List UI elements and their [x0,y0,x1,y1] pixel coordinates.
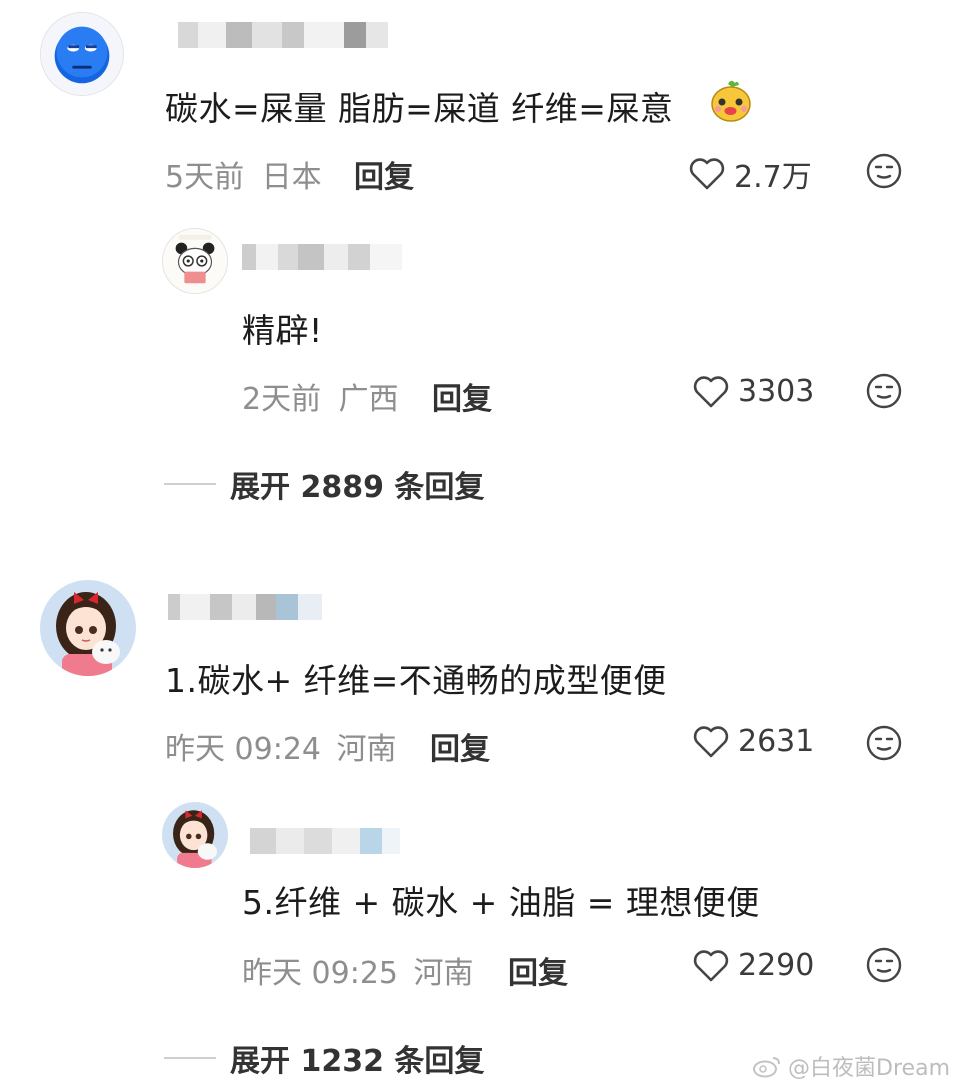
expand-replies-button[interactable]: 展开 2889 条回复 [164,462,484,506]
like-count: 2290 [738,948,815,983]
reply-button[interactable]: 回复 [430,724,490,768]
comment-time-location: 昨天 09:25 河南 [242,948,474,992]
heart-icon [693,725,729,757]
reply-button[interactable]: 回复 [508,948,568,992]
expand-replies-label: 展开 2889 条回复 [230,470,485,505]
comment-text: 5.纤维 + 碳水 + 油脂 = 理想便便 [242,883,760,922]
comment-text: 精辟! [242,311,323,350]
panda-avatar-icon [163,229,227,293]
blurred-username[interactable] [168,594,328,620]
blurred-username[interactable] [250,828,400,854]
dislike-face-icon[interactable] [865,946,903,984]
comment-time: 5天前 [165,160,245,195]
avatar[interactable] [40,580,136,676]
anime-girl-avatar-icon [162,802,228,868]
heart-icon [693,949,729,981]
comment-location: 日本 [261,160,322,195]
weibo-logo-icon [753,1057,781,1078]
like-button[interactable]: 2.7万 [688,152,812,196]
dislike-face-icon[interactable] [865,152,903,190]
comment-time: 昨天 09:24 [165,732,321,767]
comment-text: 1.碳水+ 纤维=不通畅的成型便便 [165,661,667,700]
heart-icon [693,375,729,407]
blurred-username[interactable] [178,22,388,48]
watermark: @白夜菌Dream [752,1050,950,1082]
divider-line [164,1057,216,1059]
comment-time: 2天前 [242,382,322,417]
like-button[interactable]: 3303 [692,374,814,409]
avatar[interactable] [162,802,228,868]
comment-location: 广西 [338,382,399,417]
like-count: 2.7万 [734,160,812,195]
comment-time: 昨天 09:25 [242,956,398,991]
expand-replies-button[interactable]: 展开 1232 条回复 [164,1036,484,1080]
like-button[interactable]: 2290 [692,948,814,983]
dislike-face-icon[interactable] [865,724,903,762]
like-count: 2631 [738,724,815,759]
avatar[interactable] [40,12,124,96]
like-count: 3303 [738,374,815,409]
heart-icon [689,158,725,190]
divider-line [164,483,216,485]
dislike-face-icon[interactable] [865,372,903,410]
yellow-dog-emoji-icon [711,80,751,122]
avatar[interactable] [162,228,228,294]
comment-time-location: 昨天 09:24 河南 [165,724,397,768]
like-button[interactable]: 2631 [692,724,814,759]
comment-text: 碳水=屎量 脂肪=屎道 纤维=屎意 [165,89,674,128]
reply-button[interactable]: 回复 [432,374,492,418]
blue-smiley-avatar-icon [41,13,123,95]
comment-location: 河南 [413,956,474,991]
comment-time-location: 5天前 日本 [165,152,322,196]
comment-time-location: 2天前 广西 [242,374,399,418]
anime-girl-avatar-icon [40,580,136,676]
expand-replies-label: 展开 1232 条回复 [230,1044,485,1079]
comment-location: 河南 [336,732,397,767]
watermark-text: @白夜菌Dream [788,1056,950,1081]
reply-button[interactable]: 回复 [354,152,414,196]
blurred-username[interactable] [242,244,402,270]
